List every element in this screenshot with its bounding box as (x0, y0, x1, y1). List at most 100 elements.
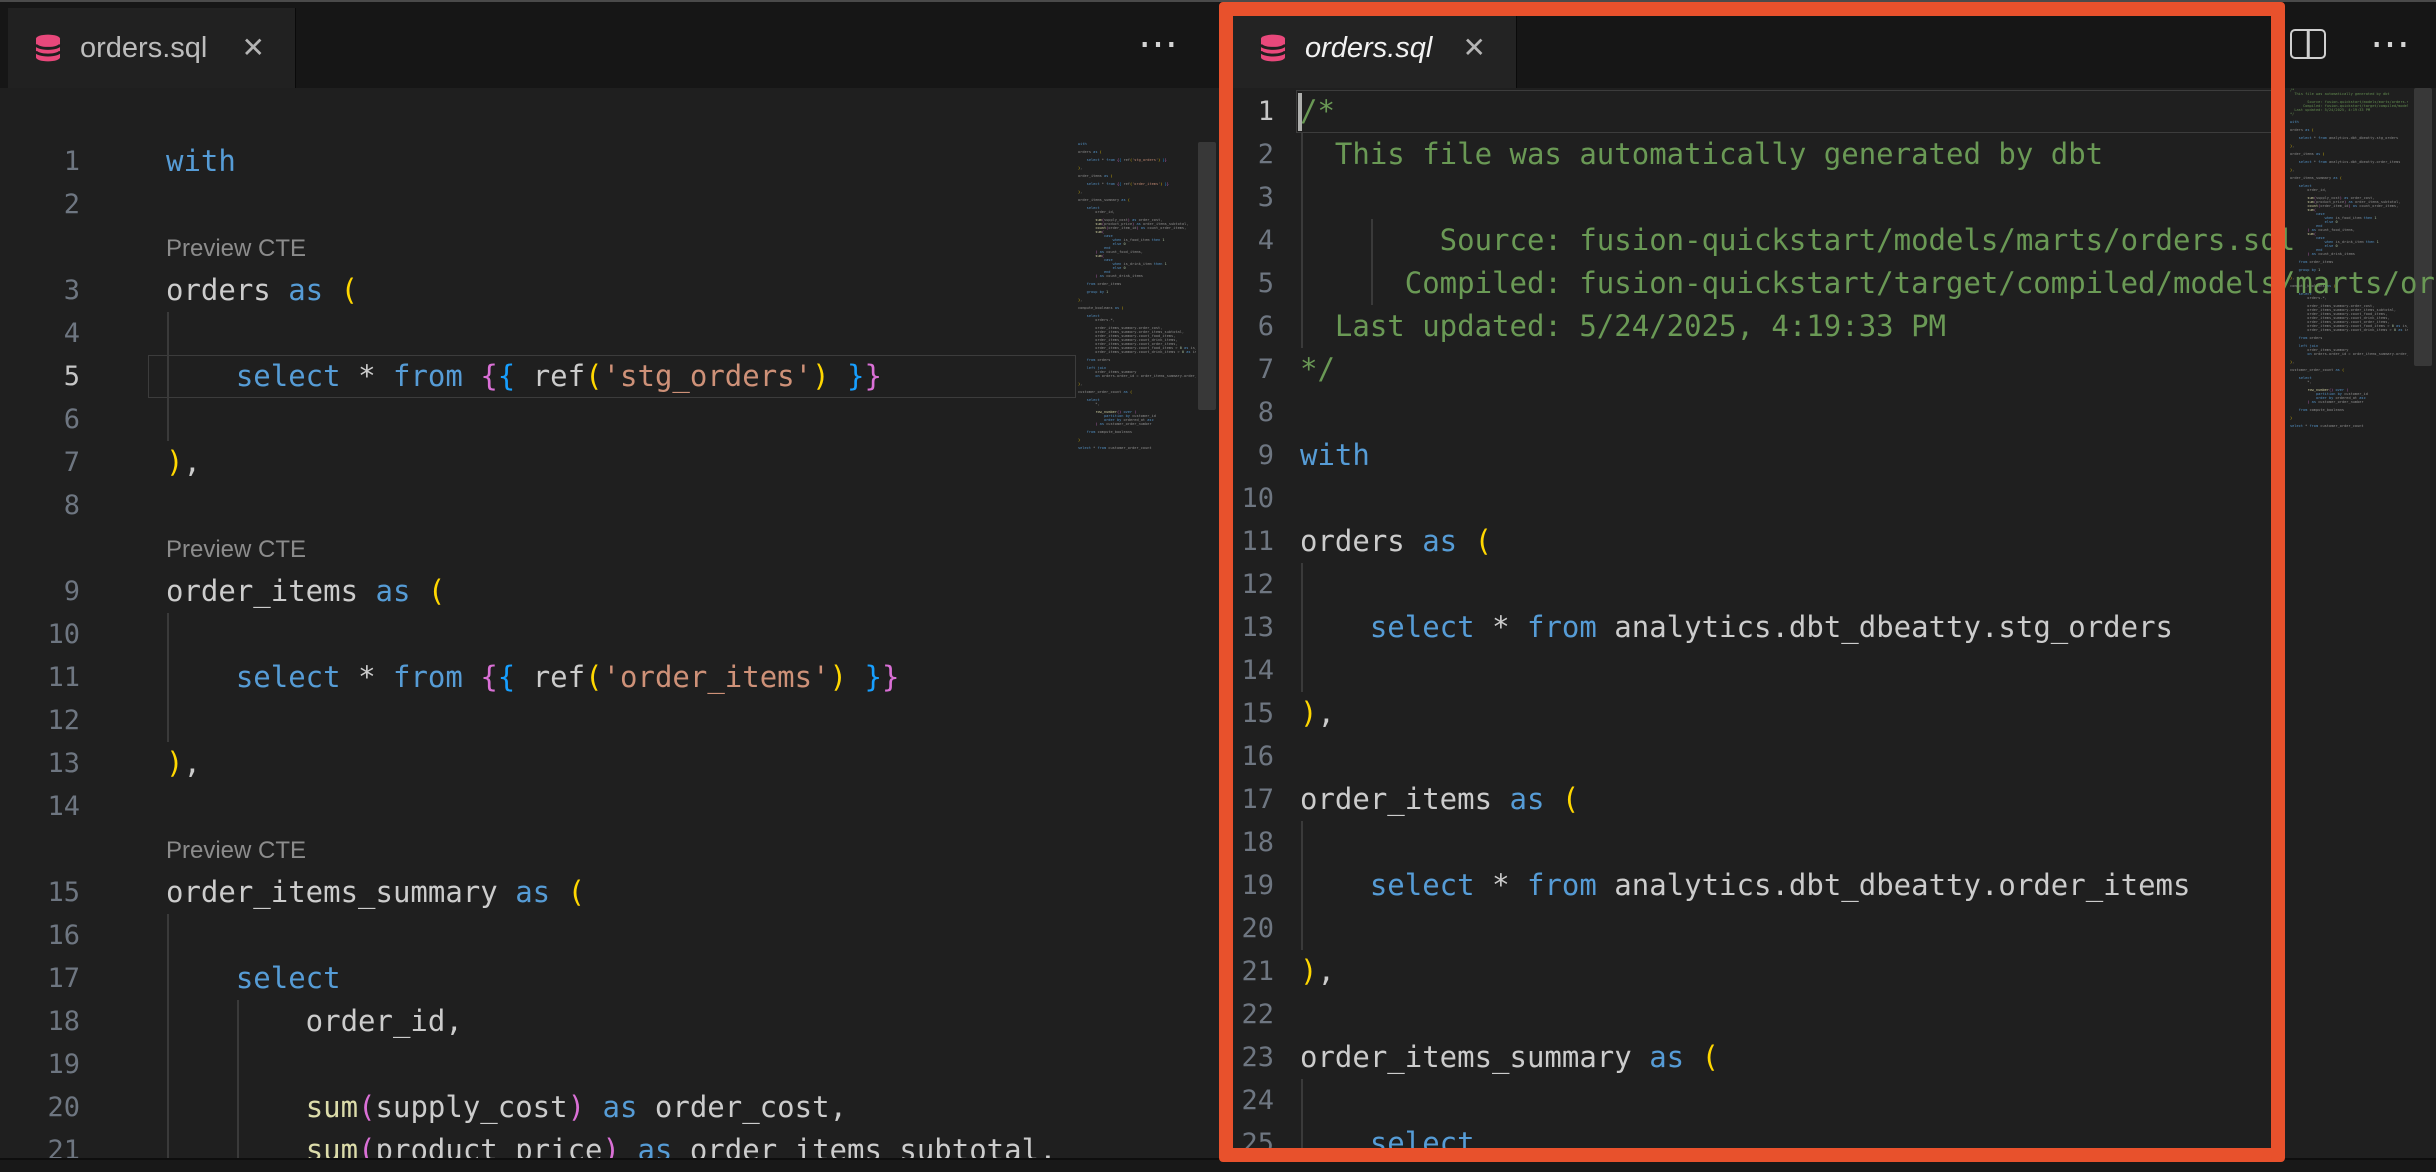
code-line[interactable]: 20 (1218, 907, 2436, 950)
code-text (1274, 391, 1300, 434)
right-tab-bar: orders.sql ✕ ⋯ (1218, 0, 2436, 88)
close-icon[interactable]: ✕ (238, 30, 269, 66)
code-line[interactable]: 3 (1218, 176, 2436, 219)
code-line[interactable]: 25 select (1218, 1122, 2436, 1158)
code-text: order_items as ( (80, 570, 445, 613)
code-text: select * from analytics.dbt_dbeatty.stg_… (1274, 606, 2173, 649)
code-line[interactable]: 15), (1218, 692, 2436, 735)
line-number: 17 (0, 957, 80, 1000)
line-number: 20 (0, 1086, 80, 1129)
code-line[interactable]: 15order_items_summary as ( (0, 871, 1076, 914)
codelens-row: Preview CTE (0, 226, 1076, 269)
code-line[interactable]: 19 (0, 1043, 1076, 1086)
code-text: ), (80, 441, 201, 484)
code-line[interactable]: 13), (0, 742, 1076, 785)
code-text: orders as ( (80, 269, 358, 312)
code-line[interactable]: 2 (0, 183, 1076, 226)
line-number: 9 (1218, 434, 1274, 477)
code-text (1274, 821, 1300, 864)
code-line[interactable]: 11orders as ( (1218, 520, 2436, 563)
code-text (80, 484, 166, 527)
code-line[interactable]: 20 sum(supply_cost) as order_cost, (0, 1086, 1076, 1129)
database-file-icon (1257, 32, 1289, 64)
code-line[interactable]: 1with (0, 140, 1076, 183)
code-line[interactable]: 21 sum(product_price) as order_items_sub… (0, 1129, 1076, 1158)
code-text (80, 785, 166, 828)
code-area[interactable]: 1/*2 This file was automatically generat… (1218, 90, 2436, 1158)
code-line[interactable]: 1/* (1218, 90, 2436, 133)
line-number: 21 (1218, 950, 1274, 993)
line-number: 16 (0, 914, 80, 957)
code-line[interactable]: 24 (1218, 1079, 2436, 1122)
code-line[interactable]: 7*/ (1218, 348, 2436, 391)
code-line[interactable]: 17 select (0, 957, 1076, 1000)
code-line[interactable]: 23order_items_summary as ( (1218, 1036, 2436, 1079)
tab-orders-sql[interactable]: orders.sql ✕ (8, 8, 296, 88)
code-line[interactable]: 6 (0, 398, 1076, 441)
codelens-preview-cte[interactable]: Preview CTE (80, 828, 306, 871)
code-line[interactable]: 5 Compiled: fusion-quickstart/target/com… (1218, 262, 2436, 305)
codelens-preview-cte[interactable]: Preview CTE (80, 527, 306, 570)
line-number: 13 (1218, 606, 1274, 649)
code-line[interactable]: 5 select * from {{ ref('stg_orders') }} (0, 355, 1076, 398)
code-line[interactable]: 18 order_id, (0, 1000, 1076, 1043)
left-editor-group: orders.sql ✕ ⋯ fusion-quickstart›models›… (0, 0, 1218, 1158)
code-line[interactable]: 2 This file was automatically generated … (1218, 133, 2436, 176)
line-number: 9 (0, 570, 80, 613)
code-line[interactable]: 6 Last updated: 5/24/2025, 4:19:33 PM (1218, 305, 2436, 348)
code-text: Last updated: 5/24/2025, 4:19:33 PM (1274, 305, 1946, 348)
code-line[interactable]: 19 select * from analytics.dbt_dbeatty.o… (1218, 864, 2436, 907)
code-line[interactable]: 8 (0, 484, 1076, 527)
code-text: select (1274, 1122, 1475, 1158)
code-line[interactable]: 12 (0, 699, 1076, 742)
code-line[interactable]: 7), (0, 441, 1076, 484)
code-line[interactable]: 14 (1218, 649, 2436, 692)
tab-orders-sql-preview[interactable]: orders.sql ✕ (1233, 8, 1517, 88)
code-line[interactable]: 10 (0, 613, 1076, 656)
code-line[interactable]: 16 (0, 914, 1076, 957)
more-actions-icon[interactable]: ⋯ (1138, 0, 1182, 88)
line-number: 5 (0, 355, 80, 398)
code-line[interactable]: 16 (1218, 735, 2436, 778)
codelens-row: Preview CTE (0, 527, 1076, 570)
code-line[interactable]: 18 (1218, 821, 2436, 864)
close-icon[interactable]: ✕ (1459, 30, 1490, 66)
code-line[interactable]: 13 select * from analytics.dbt_dbeatty.s… (1218, 606, 2436, 649)
code-line[interactable]: 22 (1218, 993, 2436, 1036)
code-line[interactable]: 10 (1218, 477, 2436, 520)
code-text: sum(product_price) as order_items_subtot… (80, 1129, 1057, 1158)
line-number: 8 (0, 484, 80, 527)
scrollbar-thumb[interactable] (1198, 142, 1216, 410)
line-number: 23 (1218, 1036, 1274, 1079)
code-line[interactable]: 9with (1218, 434, 2436, 477)
split-editor-icon[interactable] (2290, 29, 2326, 59)
code-text (1274, 649, 1300, 692)
line-number: 10 (0, 613, 80, 656)
code-line[interactable]: 17order_items as ( (1218, 778, 2436, 821)
code-line[interactable]: 11 select * from {{ ref('order_items') }… (0, 656, 1076, 699)
database-file-icon (32, 32, 64, 64)
code-line[interactable]: 3orders as ( (0, 269, 1076, 312)
code-line[interactable]: 8 (1218, 391, 2436, 434)
code-text: sum(supply_cost) as order_cost, (80, 1086, 847, 1129)
code-text: select * from {{ ref('stg_orders') }} (80, 355, 882, 398)
compiled-preview-editor[interactable]: 1/*2 This file was automatically generat… (1218, 88, 2436, 1158)
code-line[interactable]: 4 Source: fusion-quickstart/models/marts… (1218, 219, 2436, 262)
line-number: 10 (1218, 477, 1274, 520)
code-area[interactable]: 1with2Preview CTE3orders as (45 select *… (0, 140, 1076, 1158)
more-actions-icon[interactable]: ⋯ (2370, 0, 2414, 88)
code-line[interactable]: 9order_items as ( (0, 570, 1076, 613)
code-text: Source: fusion-quickstart/models/marts/o… (1274, 219, 2295, 262)
vscode-window: orders.sql ✕ ⋯ fusion-quickstart›models›… (0, 0, 2436, 1172)
code-line[interactable]: 4 (0, 312, 1076, 355)
source-editor[interactable]: 1with2Preview CTE3orders as (45 select *… (0, 88, 1218, 1158)
code-text (80, 398, 166, 441)
code-line[interactable]: 21), (1218, 950, 2436, 993)
minimap[interactable]: with orders as ( select * from {{ ref('s… (1078, 142, 1196, 1142)
code-line[interactable]: 14 (0, 785, 1076, 828)
code-text (80, 613, 166, 656)
code-text: select (80, 957, 341, 1000)
codelens-preview-cte[interactable]: Preview CTE (80, 226, 306, 269)
code-line[interactable]: 12 (1218, 563, 2436, 606)
code-text: */ (1274, 348, 1335, 391)
